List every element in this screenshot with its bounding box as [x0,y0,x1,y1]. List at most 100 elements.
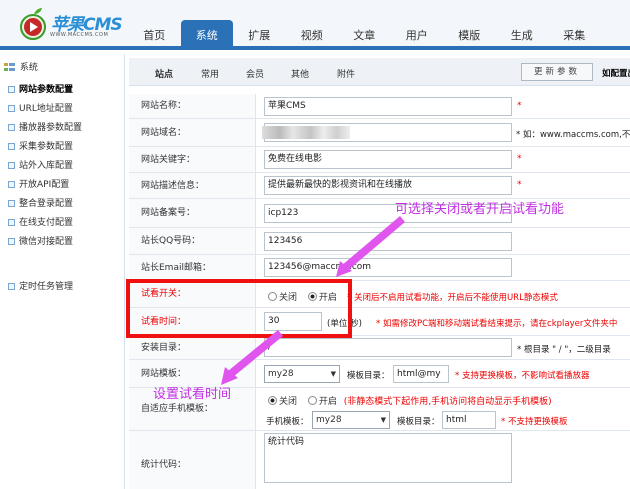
mobile-template-dir-input[interactable]: html [442,411,496,429]
domain-hint: * 如：www.maccms.com,不 [516,130,630,140]
site-name-input[interactable]: 苹果CMS [264,97,512,116]
sidebar-title: 系统 [4,60,38,73]
qq-label: 站长QQ号码： [129,228,256,254]
subtab-site[interactable]: 站点 [155,67,173,80]
row-domain: 网站域名： * 如：www.maccms.com,不 [129,119,630,147]
nav-tab-article[interactable]: 文章 [338,20,391,50]
annotation-switch: 可选择关闭或者开启试看功能 [395,202,565,217]
stats-label: 统计代码： [129,431,256,489]
nav-tab-collect[interactable]: 采集 [548,20,601,50]
main-nav: 首页 系统 扩展 视频 文章 用户 模版 生成 采集 [128,20,601,50]
highlight-box [126,279,352,338]
list-bullet-icon [8,200,15,207]
trial-switch-hint: * 关闭后不启用试看功能，开启后不能使用URL静态模式 [347,293,558,303]
sidebar-item-url-config[interactable]: URL地址配置 [8,101,124,118]
annotation-time: 设置试看时间 [153,387,232,402]
mobile-template-select-value: my28 [316,415,342,425]
list-bullet-icon [8,162,15,169]
row-install-dir: 安装目录： / * 根目录 " / "，二级目录 [129,336,630,360]
sidebar-title-label: 系统 [19,63,38,73]
nav-tab-system[interactable]: 系统 [180,20,233,50]
mobile-template-dir-label: 模板目录： [397,417,440,427]
sidebar: 系统 网站参数配置 URL地址配置 播放器参数配置 采集参数配置 站外入库配置 … [0,54,125,489]
required-star: * [517,180,522,190]
sidebar-item-wechat-config[interactable]: 微信对接配置 [8,234,124,251]
nav-tab-user[interactable]: 用户 [391,20,444,50]
row-description: 网站描述信息： 提供最新最快的影视资讯和在线播放 * [129,173,630,199]
description-input[interactable]: 提供最新最快的影视资讯和在线播放 [264,176,512,195]
mobile-template-select[interactable]: my28 ▼ [312,411,390,429]
top-header: 苹果CMS WWW.MACCMS.COM 首页 系统 扩展 视频 文章 用户 模… [0,0,630,50]
list-bullet-icon [8,143,15,150]
keywords-input[interactable]: 免费在线电影 [264,150,512,169]
mobile-template-hint: * 不支持更换模板 [501,417,568,427]
row-email: 站长Email邮箱： 123456@maccms.com [129,255,630,281]
template-dir-input[interactable]: html@my [393,365,449,383]
required-star: * [517,154,522,164]
stats-textarea[interactable]: 统计代码 [264,433,512,483]
nav-tab-home[interactable]: 首页 [128,20,181,50]
qq-input[interactable]: 123456 [264,232,512,251]
mobile-template-note: (非静态模式下起作用,手机访问将自动显示手机模板) [343,397,552,407]
keywords-label: 网站关键字： [129,147,256,172]
sidebar-item-label: 站外入库配置 [19,161,74,171]
required-star: * [517,101,522,111]
sidebar-item-label: 在线支付配置 [19,218,74,228]
list-bullet-icon [8,283,15,290]
update-params-button[interactable]: 更新参数 [521,63,593,81]
nav-tab-generate[interactable]: 生成 [496,20,549,50]
list-bullet-icon [8,86,15,93]
row-keywords: 网站关键字： 免费在线电影 * [129,147,630,173]
nav-tab-template[interactable]: 模版 [443,20,496,50]
sidebar-item-label: 整合登录配置 [19,199,74,209]
sidebar-item-cron[interactable]: 定时任务管理 [8,279,124,296]
sidebar-item-label: 微信对接配置 [19,237,74,247]
description-label: 网站描述信息： [129,173,256,198]
mobile-template-select-label: 手机模板： [266,417,309,427]
site-name-label: 网站名称： [129,94,256,118]
row-qq: 站长QQ号码： 123456 [129,228,630,255]
sidebar-item-label: 开放API配置 [19,180,70,190]
mobile-on-radio[interactable] [307,396,317,405]
install-dir-label: 安装目录： [129,336,256,359]
subtab-attachment[interactable]: 附件 [337,67,355,80]
dropdown-arrow-icon: ▼ [380,416,386,424]
sidebar-item-label: 播放器参数配置 [19,123,83,133]
mobile-on-label: 开启 [318,397,337,407]
template-select[interactable]: my28 ▼ [264,365,340,383]
subtab-member[interactable]: 会员 [246,67,264,80]
trial-time-hint: * 如需修改PC端和移动端试看结束提示，请在ckplayer文件夹中 [376,319,618,329]
logo: 苹果CMS WWW.MACCMS.COM [18,6,128,46]
template-dir-label: 模板目录： [347,371,390,381]
app-window: 苹果CMS WWW.MACCMS.COM 首页 系统 扩展 视频 文章 用户 模… [0,0,630,489]
list-bullet-icon [8,105,15,112]
install-dir-input[interactable]: / [264,338,512,357]
sidebar-item-label: 采集参数配置 [19,142,74,152]
sidebar-item-api-config[interactable]: 开放API配置 [8,177,124,194]
icp-label: 网站备案号： [129,199,256,227]
mobile-off-label: 关闭 [279,397,298,407]
logo-url: WWW.MACCMS.COM [50,32,109,38]
sidebar-item-payment-config[interactable]: 在线支付配置 [8,215,124,232]
list-bullet-icon [8,181,15,188]
sidebar-item-player-config[interactable]: 播放器参数配置 [8,120,124,137]
mobile-off-radio[interactable] [268,396,277,405]
nav-tab-video[interactable]: 视频 [286,20,339,50]
sidebar-item-login-config[interactable]: 整合登录配置 [8,196,124,213]
config-notice: 如配置出错，请手动修改 inc/config/ [602,69,630,79]
dropdown-arrow-icon: ▼ [330,370,336,378]
sidebar-item-collect-config[interactable]: 采集参数配置 [8,139,124,156]
email-input[interactable]: 123456@maccms.com [264,258,512,277]
list-bullet-icon [8,219,15,226]
template-hint: * 支持更换模板，不影响试看播放器 [455,371,590,381]
subtab-other[interactable]: 其他 [291,67,309,80]
sidebar-item-site-config[interactable]: 网站参数配置 [8,82,124,99]
nav-tab-extend[interactable]: 扩展 [233,20,286,50]
sidebar-item-label: 网站参数配置 [19,85,74,95]
settings-subtabs: 站点 常用 会员 其他 附件 更新参数 如配置出错，请手动修改 inc/conf… [129,58,630,86]
subtab-common[interactable]: 常用 [201,67,219,80]
sidebar-item-import-config[interactable]: 站外入库配置 [8,158,124,175]
row-stats: 统计代码： 统计代码 [129,431,630,489]
mobile-template-radios: 关闭 开启 (非静态模式下起作用,手机访问将自动显示手机模板) [268,394,552,407]
row-site-name: 网站名称： 苹果CMS * [129,94,630,119]
